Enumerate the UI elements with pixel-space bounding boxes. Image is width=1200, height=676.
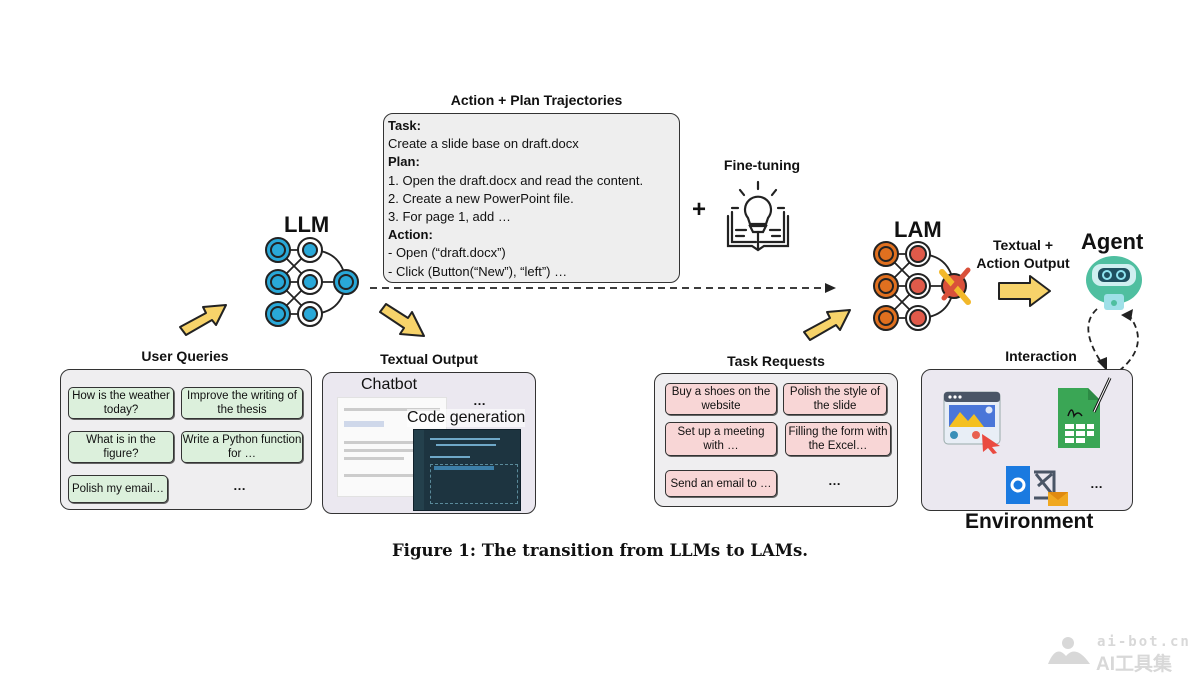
dashed-flow-arrow <box>370 283 836 293</box>
task-label: Task: <box>388 118 421 133</box>
task-chip[interactable]: Buy a shoes on the website <box>665 383 777 415</box>
environment-title: Environment <box>965 510 1094 533</box>
code-generation-label: Code generation <box>407 409 526 427</box>
task-chip[interactable]: Send an email to … <box>665 470 777 497</box>
user-queries-panel: How is the weather today? Improve the wr… <box>60 369 312 510</box>
llm-label: LLM <box>284 212 330 237</box>
figure-caption: Figure 1: The transition from LLMs to LA… <box>391 541 809 560</box>
trajectory-title: Action + Plan Trajectories <box>450 92 623 108</box>
output-label-line1: Textual + <box>992 237 1054 253</box>
arrow-up-right-icon <box>179 304 227 336</box>
neural-network-icon <box>265 237 359 327</box>
query-chip[interactable]: What is in the figure? <box>68 431 174 463</box>
interaction-loop-arrow <box>1087 308 1139 372</box>
spreadsheet-icon <box>1058 377 1112 448</box>
watermark-name: AI工具集 <box>1096 654 1173 675</box>
task-chip[interactable]: Filling the form with the Excel… <box>785 422 891 456</box>
plan-step: 3. For page 1, add … <box>388 209 511 225</box>
agent-label: Agent <box>1081 229 1144 254</box>
plan-step: 2. Create a new PowerPoint file. <box>388 190 574 206</box>
query-chip[interactable]: How is the weather today? <box>68 387 174 419</box>
action-label: Action: <box>388 227 433 243</box>
action-item: - Open (“draft.docx”) <box>388 245 506 261</box>
textual-output-title: Textual Output <box>380 351 478 367</box>
plan-label: Plan: <box>388 154 420 170</box>
textual-output-panel: Chatbot … Code generation <box>322 372 536 514</box>
plus-sign: + <box>692 196 707 223</box>
output-label-line2: Action Output <box>976 255 1070 271</box>
outlook-icon <box>1006 466 1068 506</box>
interaction-label: Interaction <box>1005 348 1077 364</box>
task-chip[interactable]: Set up a meeting with … <box>665 422 777 456</box>
query-chip[interactable]: Improve the writing of the thesis <box>181 387 303 419</box>
arrow-down-right-icon <box>379 303 425 337</box>
task-requests-title: Task Requests <box>727 353 825 369</box>
more-dots: … <box>473 393 486 408</box>
watermark-logo-icon <box>1048 637 1090 664</box>
more-dots: … <box>233 478 246 493</box>
web-browser-icon <box>943 391 1001 454</box>
neural-network-tools-icon <box>873 241 971 331</box>
textual-action-output-label: Textual + Action Output <box>966 236 1080 272</box>
robot-icon <box>1086 256 1142 310</box>
action-item: - Click (Button(“New”), “left”) … <box>388 263 568 279</box>
chatbot-label: Chatbot <box>361 376 418 393</box>
plan-step: 1. Open the draft.docx and read the cont… <box>388 172 644 188</box>
task-text: Create a slide base on draft.docx <box>388 136 579 152</box>
user-queries-title: User Queries <box>141 348 229 364</box>
query-chip[interactable]: Polish my email… <box>68 475 168 503</box>
query-chip[interactable]: Write a Python function for … <box>181 431 303 463</box>
lightbulb-book-icon <box>726 180 790 252</box>
more-dots: … <box>1090 476 1103 491</box>
more-dots: … <box>828 473 841 488</box>
task-chip[interactable]: Polish the style of the slide <box>783 383 887 415</box>
arrow-up-right-icon <box>803 309 851 341</box>
environment-panel: … <box>921 369 1133 511</box>
arrow-right-icon <box>998 275 1051 307</box>
task-requests-panel: Buy a shoes on the website Polish the st… <box>654 373 898 507</box>
watermark-domain: ai-bot.cn <box>1097 634 1191 650</box>
fine-tuning-label: Fine-tuning <box>723 157 801 173</box>
trajectory-box: Task: Create a slide base on draft.docx … <box>383 113 680 283</box>
code-editor-screenshot <box>413 429 521 511</box>
